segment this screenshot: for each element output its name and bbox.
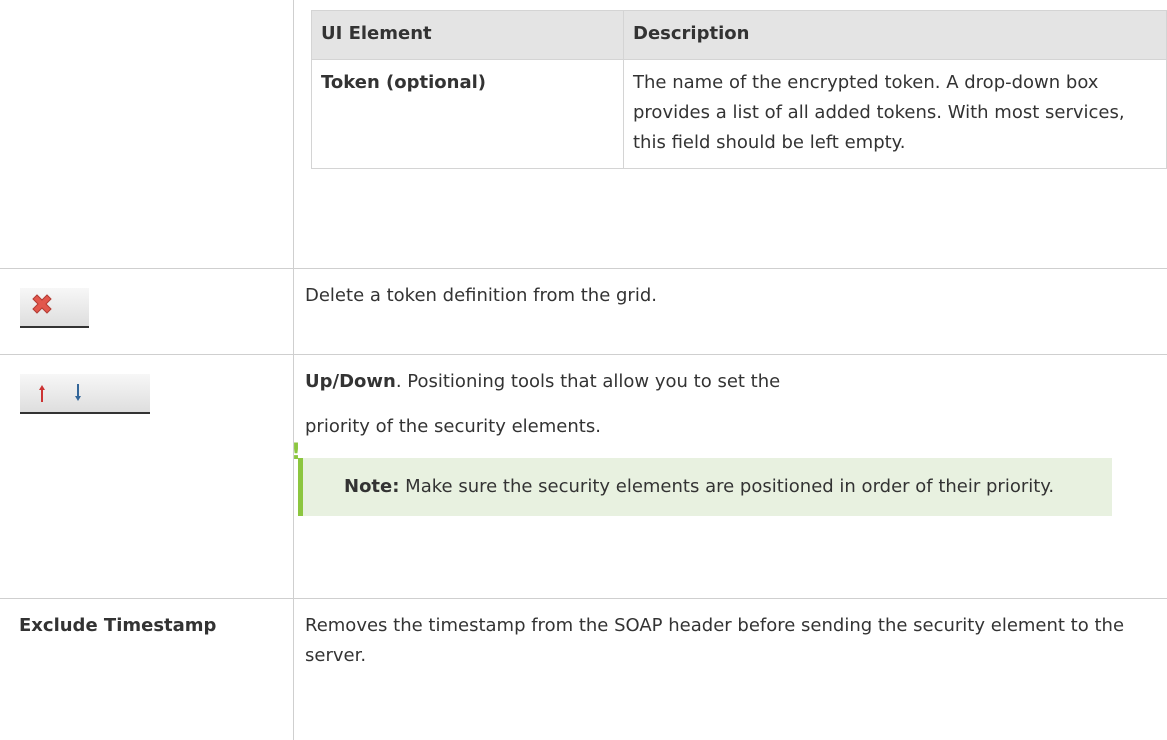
updown-icon-cell [0,353,294,599]
delete-button[interactable] [20,287,89,328]
exclude-timestamp-label: Exclude Timestamp [19,614,217,636]
down-arrow-icon [75,383,81,401]
delete-description-cell: Delete a token definition from the grid. [293,267,1167,355]
delete-x-icon [32,293,52,314]
updown-title: Up/Down [305,370,396,392]
updown-line1: Up/Down. Positioning tools that allow yo… [305,370,781,392]
exclude-description-cell: Removes the timestamp from the SOAP head… [293,597,1167,740]
token-label: Token (optional) [311,59,624,169]
delete-icon-cell [0,267,294,355]
note-box: ! Note: Make sure the security elements … [291,440,1112,516]
up-arrow-icon [39,384,45,402]
note-label: Note: [344,475,400,497]
header-ui-element: UI Element [311,10,624,60]
token-description: The name of the encrypted token. A drop-… [623,59,1167,169]
updown-description-cell: Up/Down. Positioning tools that allow yo… [291,353,1167,599]
note-text: Make sure the security elements are posi… [399,475,1055,497]
ui-elements-table: UI Element Description Token (optional) … [0,0,1167,740]
table-row: Token (optional) The name of the encrypt… [311,59,1167,169]
empty-cell [0,0,294,269]
token-table: UI Element Description Token (optional) … [311,10,1167,169]
token-table-header: UI Element Description [311,10,1167,60]
delete-description: Delete a token definition from the grid. [305,284,657,306]
updown-toolbar [20,373,150,414]
exclude-description: Removes the timestamp from the SOAP head… [305,614,1125,666]
note-exclamation-icon: ! [291,439,302,465]
updown-line2: priority of the security elements. [305,415,601,437]
header-description: Description [623,10,1167,60]
up-down-arrows-icon[interactable] [20,374,150,412]
nested-table-cell: UI Element Description Token (optional) … [293,0,1167,269]
exclude-label-cell: Exclude Timestamp [0,597,294,740]
